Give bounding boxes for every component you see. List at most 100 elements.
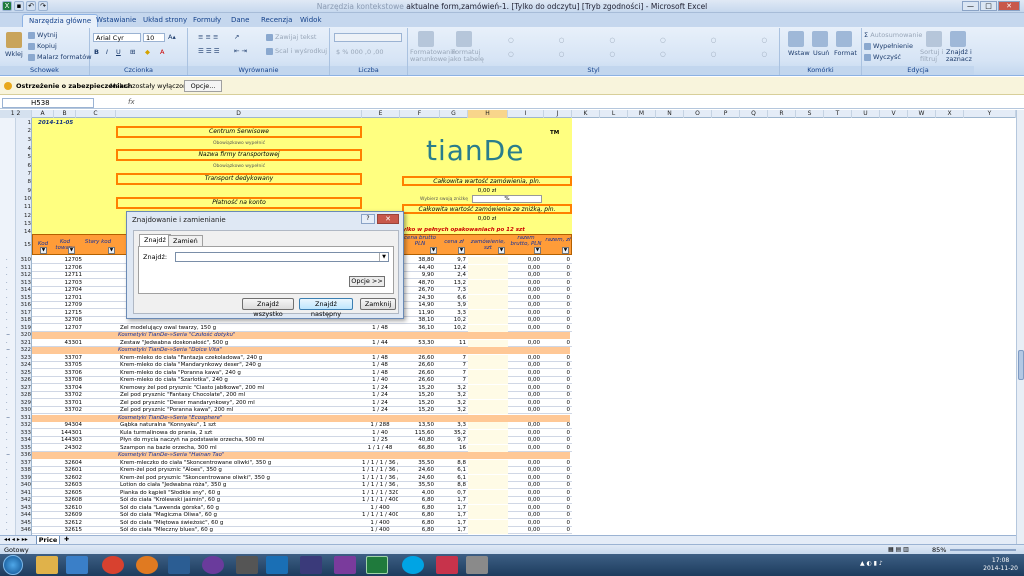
cell-price[interactable]: 6,80 xyxy=(400,497,434,504)
view-buttons[interactable]: ▦ ▤ ▥ xyxy=(888,546,909,553)
formula-input[interactable] xyxy=(142,98,1012,108)
cell-total[interactable]: 0,00 xyxy=(508,467,540,474)
cell-pack[interactable]: 1 / 48 xyxy=(362,355,398,362)
cell-total-pln[interactable]: 0 xyxy=(544,287,571,294)
row-number[interactable]: 314 xyxy=(16,287,32,293)
cell-code[interactable]: 32610 xyxy=(54,505,83,512)
insert-cells-button[interactable]: Wstaw xyxy=(788,49,810,57)
cell-price-pln[interactable]: 11 xyxy=(436,340,466,347)
cell-price-pln[interactable]: 7 xyxy=(436,370,467,377)
row-number[interactable]: 336 xyxy=(16,452,32,458)
table-row[interactable]: 33706 Krem-mleko do ciała "Poranna kawa",… xyxy=(32,369,572,377)
cell-price[interactable]: 26,60 xyxy=(400,362,434,369)
cell-price-pln[interactable]: 7,3 xyxy=(436,287,466,294)
table-row[interactable]: 33702 Żel pod prysznic "Poranna kawa", 20… xyxy=(32,407,572,414)
cell-pack[interactable]: 1 / 1 / 1 / 36 / 36 xyxy=(362,460,398,467)
cell-price-pln[interactable]: 3,2 xyxy=(436,400,466,407)
row-number[interactable]: 346 xyxy=(16,527,32,533)
row-number[interactable]: 319 xyxy=(16,325,32,331)
filter-dropdown-j[interactable]: ▼ xyxy=(562,247,569,254)
cell-name[interactable]: Kremowy żel pod prysznic "Ciasto jabłkow… xyxy=(120,385,360,392)
cell-pack[interactable]: 1 / 48 xyxy=(362,370,398,377)
cell-order-qty[interactable] xyxy=(468,504,508,512)
row-number[interactable]: 6 xyxy=(16,163,32,169)
cell-code[interactable]: 33708 xyxy=(54,377,83,384)
row-number[interactable]: 1 xyxy=(16,120,32,126)
cell-name[interactable]: Krem-żel pod prysznic "Skoncentrowane ol… xyxy=(120,475,360,482)
cell-price[interactable]: 36,10 xyxy=(400,325,434,332)
fill-color-icon[interactable]: ◆ xyxy=(145,48,150,56)
cell-code[interactable]: 12706 xyxy=(54,265,83,272)
cell-price[interactable]: 44,40 xyxy=(400,265,434,272)
format-cells-icon[interactable] xyxy=(836,31,852,47)
cell-code[interactable]: 24302 xyxy=(54,445,83,452)
col-header-s[interactable]: S xyxy=(796,110,824,118)
app-icon-1[interactable] xyxy=(168,556,190,574)
cell-total[interactable]: 0,00 xyxy=(508,475,540,482)
cell-name[interactable]: Sól do ciała "Królewski jaśmin", 60 g xyxy=(120,497,360,504)
cell-order-qty[interactable] xyxy=(468,392,508,399)
row-number[interactable]: 345 xyxy=(16,520,32,526)
col-header-r[interactable]: R xyxy=(768,110,796,118)
col-header-y[interactable]: Y xyxy=(964,110,1016,118)
transport-company-field[interactable]: Nazwa firmy transportowej xyxy=(116,149,362,161)
row-number[interactable]: 333 xyxy=(16,430,32,436)
cell-pack[interactable]: 1 / 400 xyxy=(362,505,398,512)
col-header-a[interactable]: A xyxy=(32,110,54,118)
payment-field[interactable]: Płatność na konto xyxy=(116,197,362,209)
cell-price[interactable]: 26,60 xyxy=(400,355,434,362)
cell-total[interactable]: 0,00 xyxy=(508,400,540,407)
cell-total[interactable]: 0,00 xyxy=(508,317,540,324)
nvu-icon[interactable] xyxy=(202,556,224,574)
outline-level-buttons[interactable]: 1 2 xyxy=(0,110,32,118)
cell-price[interactable]: 14,90 xyxy=(400,302,434,309)
maximize-button[interactable]: □ xyxy=(980,1,997,11)
cell-pack[interactable]: 1 / 24 xyxy=(362,400,398,407)
cell-code[interactable]: 32601 xyxy=(54,467,83,474)
col-header-c[interactable]: C xyxy=(76,110,116,118)
media-player-icon[interactable] xyxy=(66,556,88,574)
row-number[interactable]: 329 xyxy=(16,400,32,406)
cell-name[interactable]: Żel pod prysznic "Poranna kawa", 200 ml xyxy=(120,407,360,414)
cell-price[interactable]: 24,60 xyxy=(400,467,434,474)
cell-total[interactable]: 0,00 xyxy=(508,265,540,272)
cell-total-pln[interactable]: 0 xyxy=(544,272,571,279)
cell-name[interactable]: Pianka do kąpieli "Słodkie sny", 60 g xyxy=(120,490,360,497)
cell-total[interactable]: 0,00 xyxy=(508,280,540,287)
cell-total-pln[interactable]: 0 xyxy=(544,467,571,474)
cell-price-pln[interactable]: 1,7 xyxy=(436,505,466,512)
cell-total[interactable]: 0,00 xyxy=(508,392,540,399)
font-name-select[interactable]: Arial Cyr xyxy=(93,33,141,42)
cell-price[interactable]: 40,80 xyxy=(400,437,434,444)
col-header-t[interactable]: T xyxy=(824,110,852,118)
tab-page-layout[interactable]: Układ strony xyxy=(137,14,193,27)
cell-name[interactable]: Krem-mleko do ciała "Poranna kawa", 240 … xyxy=(120,370,360,377)
cell-pack[interactable]: 1 / 1 / 1 / 400 / 400 xyxy=(362,497,398,504)
cell-name[interactable]: Sól do ciała "Mleczny blues", 60 g xyxy=(120,527,360,534)
cell-price-pln[interactable]: 0,7 xyxy=(436,490,466,497)
cell-price-pln[interactable]: 1,7 xyxy=(436,497,466,504)
orientation-icon[interactable]: ↗ xyxy=(234,33,239,41)
cell-order-qty[interactable] xyxy=(468,339,508,347)
number-format-select[interactable] xyxy=(334,33,402,42)
cell-price-pln[interactable]: 3,2 xyxy=(436,385,466,392)
cell-order-qty[interactable] xyxy=(468,362,508,369)
cell-name[interactable]: Krem-mleko do ciała "Mandarynkowy deser"… xyxy=(120,362,360,369)
col-header-g[interactable]: G xyxy=(440,110,468,118)
cell-name[interactable]: Żel pod prysznic "Deser mandarynkowy", 2… xyxy=(120,400,360,407)
cell-price-pln[interactable]: 6,1 xyxy=(436,467,466,474)
cell-price[interactable]: 15,20 xyxy=(400,392,434,399)
borders-icon[interactable]: ⊞ xyxy=(130,48,135,56)
app-icon-4[interactable] xyxy=(436,556,458,574)
row-number[interactable]: 331 xyxy=(16,415,32,421)
cell-total-pln[interactable]: 0 xyxy=(544,370,571,377)
table-row[interactable]: 33707 Krem-mleko do ciała "Fantazja czeko… xyxy=(32,354,572,362)
col-header-o[interactable]: O xyxy=(684,110,712,118)
font-color-icon[interactable]: A xyxy=(160,48,164,56)
cell-price[interactable]: 26,60 xyxy=(400,377,434,384)
cell-price-pln[interactable]: 16 xyxy=(436,445,466,452)
table-row[interactable]: 33705 Krem-mleko do ciała "Mandarynkowy d… xyxy=(32,362,572,369)
cell-order-qty[interactable] xyxy=(468,324,508,332)
cell-price[interactable]: 4,00 xyxy=(400,490,434,497)
cell-total[interactable]: 0,00 xyxy=(508,460,540,467)
